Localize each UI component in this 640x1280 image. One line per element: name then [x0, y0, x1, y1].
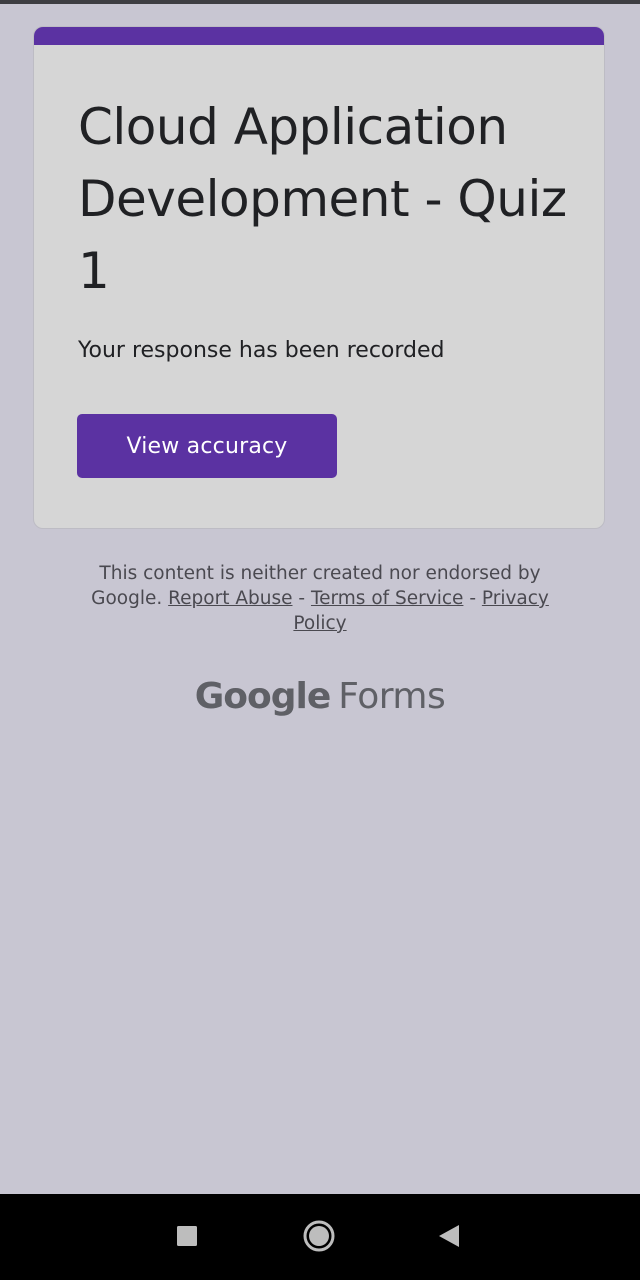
confirmation-message: Your response has been recorded [78, 338, 445, 363]
status-bar [0, 0, 640, 4]
android-navigation-bar [0, 1194, 640, 1280]
link-separator: - [469, 588, 476, 609]
back-icon [439, 1225, 459, 1247]
google-forms-logo[interactable]: Google Forms [0, 670, 640, 724]
view-accuracy-button[interactable]: View accuracy [77, 414, 337, 478]
terms-of-service-link[interactable]: Terms of Service [311, 588, 463, 609]
footer-disclaimer: This content is neither created nor endo… [70, 561, 570, 636]
recents-button[interactable] [165, 1214, 209, 1258]
back-button[interactable] [427, 1214, 471, 1258]
home-button[interactable] [297, 1214, 341, 1258]
home-icon [303, 1220, 335, 1252]
logo-brand: Google [194, 676, 332, 717]
report-abuse-link[interactable]: Report Abuse [168, 588, 292, 609]
recents-icon [177, 1226, 197, 1246]
form-title: Cloud Application Development - Quiz 1 [78, 98, 567, 300]
logo-product: Forms [338, 676, 446, 717]
link-separator: - [298, 588, 306, 609]
form-card: Cloud Application Development - Quiz 1 Y… [33, 26, 605, 529]
card-accent-bar [34, 27, 604, 45]
